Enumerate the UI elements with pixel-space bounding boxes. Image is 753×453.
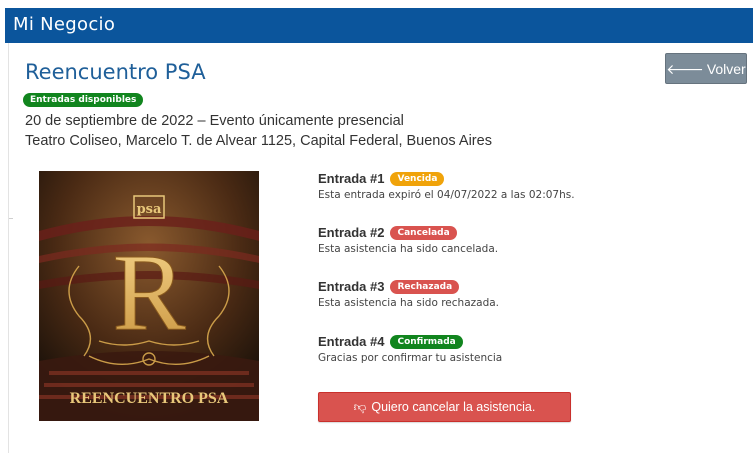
event-poster: psa R REENCUENTRO PSA — [39, 171, 259, 421]
status-badge: Confirmada — [390, 334, 463, 349]
entry-item: Entrada #2 Cancelada Esta asistencia ha … — [318, 225, 498, 255]
entry-label: Entrada #1 — [318, 171, 385, 186]
entry-item: Entrada #1 Vencida Esta entrada expiró e… — [318, 171, 575, 201]
divider — [9, 218, 13, 219]
back-button-label: Volver — [706, 60, 746, 77]
availability-badge: Entradas disponibles — [23, 93, 144, 107]
cancel-attendance-button[interactable]: 👎︎ Quiero cancelar la asistencia. — [318, 392, 571, 422]
back-button[interactable]: 🡐 Volver — [665, 53, 747, 84]
cancel-button-label: Quiero cancelar la asistencia. — [371, 400, 536, 414]
entry-item: Entrada #3 Rechazada Esta asistencia ha … — [318, 279, 499, 309]
arrow-left-icon: 🡐 — [666, 60, 704, 77]
entry-label: Entrada #3 — [318, 279, 385, 294]
event-panel: Reencuentro PSA Entradas disponibles 20 … — [8, 43, 753, 453]
event-venue: Teatro Coliseo, Marcelo T. de Alvear 112… — [25, 133, 492, 149]
top-navbar: Mi Negocio — [5, 8, 753, 43]
entry-item: Entrada #4 Confirmada Gracias por confir… — [318, 334, 502, 364]
entry-description: Esta entrada expiró el 04/07/2022 a las … — [318, 189, 575, 201]
event-title: Reencuentro PSA — [25, 60, 206, 84]
event-date: 20 de septiembre de 2022 – Evento únicam… — [25, 113, 404, 129]
entry-label: Entrada #4 — [318, 334, 385, 349]
poster-logo-text: psa — [137, 202, 162, 217]
status-badge: Rechazada — [390, 279, 460, 294]
entry-description: Esta asistencia ha sido cancelada. — [318, 243, 499, 255]
status-badge: Vencida — [390, 171, 445, 186]
entry-label: Entrada #2 — [318, 225, 385, 240]
poster-image: psa R REENCUENTRO PSA — [39, 171, 259, 421]
brand-title[interactable]: Mi Negocio — [13, 14, 115, 35]
status-badge: Cancelada — [390, 225, 457, 240]
poster-letter: R — [112, 231, 186, 353]
poster-caption: REENCUENTRO PSA — [70, 390, 229, 407]
thumbs-down-icon: 👎︎ — [353, 399, 367, 414]
entry-description: Gracias por confirmar tu asistencia — [318, 352, 503, 364]
entry-description: Esta asistencia ha sido rechazada. — [318, 297, 500, 309]
